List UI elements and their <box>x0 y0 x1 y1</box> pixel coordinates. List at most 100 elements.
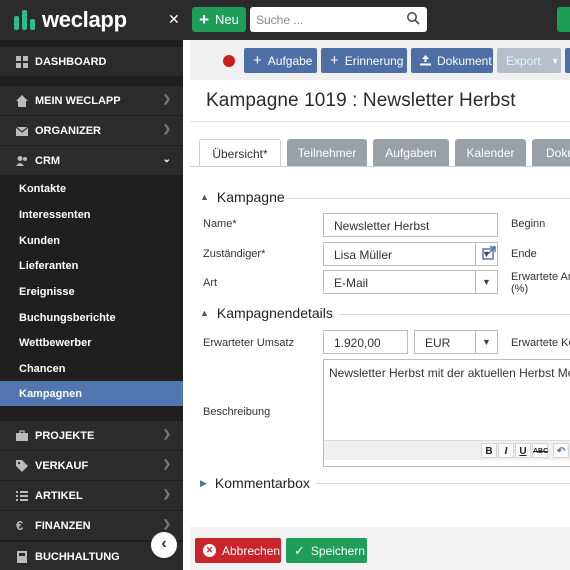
tab-aufgaben[interactable]: Aufgaben <box>373 139 449 166</box>
sidebar-label-artikel: ARTIKEL <box>35 489 83 502</box>
sidebar-label-verkauf: VERKAUF <box>35 459 89 472</box>
section-kommentar-header[interactable]: ▶ Kommentarbox <box>200 475 310 491</box>
section-kampagne-header[interactable]: ▲ Kampagne <box>200 189 285 205</box>
user-menu-button[interactable] <box>557 7 570 32</box>
search-placeholder: Suche ... <box>256 13 304 27</box>
briefcase-icon <box>16 429 28 441</box>
art-label: Art <box>203 277 218 289</box>
abbrechen-label: Abbrechen <box>222 543 281 558</box>
section-divider <box>286 198 570 199</box>
sidebar-item-organizer[interactable]: ORGANIZER ❯ <box>0 116 183 145</box>
zustaendiger-select[interactable]: Lisa Müller ▼ <box>323 242 498 266</box>
sidebar-item-kunden[interactable]: Kunden <box>0 228 183 253</box>
sidebar-label-dashboard: DASHBOARD <box>35 55 107 68</box>
collapse-caret-icon: ▲ <box>200 308 209 318</box>
sidebar-item-mein-weclapp[interactable]: MEIN WECLAPP ❯ <box>0 86 183 115</box>
cancel-icon: ✕ <box>203 544 216 557</box>
tab-kalender[interactable]: Kalender <box>455 139 526 166</box>
speichern-button[interactable]: ✓ Speichern <box>286 538 367 563</box>
currency-select[interactable]: EUR ▼ <box>414 330 498 354</box>
check-icon: ✓ <box>294 542 305 558</box>
sidebar-item-wettbewerber[interactable]: Wettbewerber <box>0 330 183 355</box>
sidebar-item-kampagnen[interactable]: Kampagnen <box>0 381 183 406</box>
logo-icon <box>14 10 36 30</box>
bold-button[interactable]: B <box>481 443 497 458</box>
sidebar-item-chancen[interactable]: Chancen <box>0 356 183 381</box>
export-button-label: Export <box>506 53 541 68</box>
dropdown-arrow-icon[interactable]: ▼ <box>475 331 497 353</box>
chevron-right-icon: ❯ <box>162 489 171 500</box>
sidebar-item-buchungsberichte[interactable]: Buchungsberichte <box>0 305 183 330</box>
chevron-right-icon: ❯ <box>162 124 171 135</box>
sidebar-item-crm[interactable]: CRM ⌄ <box>0 146 183 175</box>
sidebar-item-verkauf[interactable]: VERKAUF ❯ <box>0 451 183 480</box>
chevron-left-icon: ‹ <box>161 535 167 552</box>
dropdown-arrow-icon[interactable]: ▼ <box>475 271 497 293</box>
section-details-title: Kampagnendetails <box>216 305 333 321</box>
more-button[interactable] <box>565 48 570 73</box>
undo-icon[interactable]: ↶ <box>553 443 569 458</box>
section-divider <box>338 314 570 315</box>
underline-button[interactable]: U <box>515 443 531 458</box>
plus-icon: + <box>330 52 339 69</box>
sidebar-item-projekte[interactable]: PROJEKTE ❯ <box>0 421 183 450</box>
chevron-down-icon: ▼ <box>550 55 560 66</box>
section-details-header[interactable]: ▲ Kampagnendetails <box>200 305 333 321</box>
strikethrough-button[interactable]: ABC <box>532 443 548 458</box>
beginn-label: Beginn <box>511 218 546 230</box>
chevron-down-icon: ⌄ <box>162 154 171 165</box>
external-link-icon[interactable] <box>482 246 496 260</box>
sidebar-item-dashboard[interactable]: DASHBOARD <box>0 47 183 76</box>
section-kampagne-title: Kampagne <box>216 189 285 205</box>
search-icon <box>407 12 420 25</box>
sidebar-label-projekte: PROJEKTE <box>35 429 95 442</box>
collapse-sidebar-button[interactable]: ‹ <box>151 532 177 558</box>
art-value: E-Mail <box>334 276 369 290</box>
plus-icon: + <box>253 52 262 69</box>
divider <box>190 121 570 122</box>
zustaendiger-label: Zuständiger* <box>203 248 266 260</box>
weclapp-logo[interactable]: weclapp <box>14 7 127 33</box>
add-erinnerung-button[interactable]: + Erinnerung <box>321 48 407 73</box>
page-title: Kampagne 1019 : Newsletter Herbst <box>206 90 516 111</box>
italic-button[interactable]: I <box>498 443 514 458</box>
sidebar-item-interessenten[interactable]: Interessenten <box>0 202 183 227</box>
sidebar-label-buchhaltung: BUCHHALTUNG <box>35 550 120 563</box>
sidebar-item-kontakte[interactable]: Kontakte <box>0 176 183 201</box>
abbrechen-button[interactable]: ✕ Abbrechen <box>195 538 281 563</box>
plus-icon: + <box>199 10 210 29</box>
export-button[interactable]: Export ▼ <box>497 48 561 73</box>
sidebar-item-ereignisse[interactable]: Ereignisse <box>0 279 183 304</box>
calculator-icon <box>17 550 27 563</box>
list-icon <box>16 490 28 501</box>
umsatz-field[interactable]: 1.920,00 <box>323 330 408 354</box>
chevron-right-icon: ❯ <box>162 94 171 105</box>
mail-icon <box>16 126 28 136</box>
tab-teilnehmer[interactable]: Teilnehmer <box>287 139 367 166</box>
expand-caret-icon: ▶ <box>200 477 207 488</box>
beschreibung-label: Beschreibung <box>203 406 271 418</box>
home-icon <box>16 94 28 107</box>
add-aufgabe-button[interactable]: + Aufgabe <box>244 48 317 73</box>
collapse-menu-icon[interactable]: ✕ <box>168 11 180 28</box>
sidebar-label-mein-weclapp: MEIN WECLAPP <box>35 94 121 107</box>
sidebar-item-lieferanten[interactable]: Lieferanten <box>0 253 183 278</box>
sidebar-label-crm: CRM <box>35 154 61 167</box>
erwartete-antwort-label: Erwartete An (%) <box>511 271 570 295</box>
sidebar-item-artikel[interactable]: ARTIKEL ❯ <box>0 481 183 510</box>
status-indicator <box>223 55 235 67</box>
new-button[interactable]: + Neu <box>192 7 246 32</box>
users-icon <box>16 155 27 166</box>
umsatz-label: Erwarteter Umsatz <box>203 337 295 349</box>
art-select[interactable]: E-Mail ▼ <box>323 270 498 294</box>
new-button-label: Neu <box>215 12 239 27</box>
section-kommentar-title: Kommentarbox <box>214 475 310 491</box>
chevron-right-icon: ❯ <box>162 429 171 440</box>
name-field[interactable]: Newsletter Herbst <box>323 213 498 237</box>
collapse-caret-icon: ▲ <box>200 192 209 202</box>
tab-uebersicht[interactable]: Übersicht* <box>199 139 281 167</box>
tab-dokumente[interactable]: Doku <box>532 139 570 166</box>
dokument-button[interactable]: Dokument <box>411 48 493 73</box>
top-bar: weclapp ✕ + Neu Suche ... <box>0 0 570 40</box>
search-input[interactable]: Suche ... <box>250 7 427 32</box>
